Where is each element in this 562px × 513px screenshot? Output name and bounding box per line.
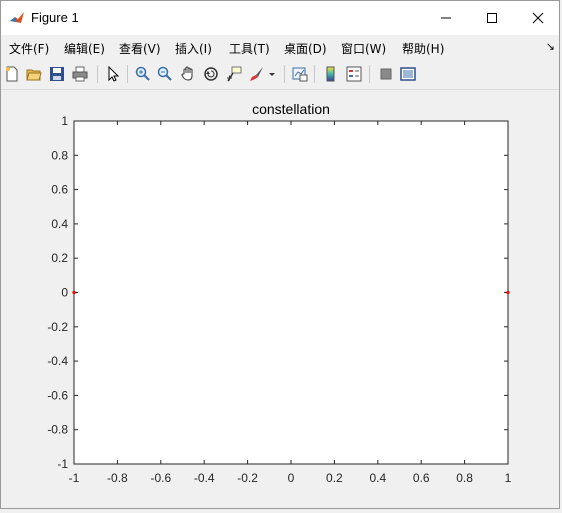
toolbar-separator: [127, 65, 128, 83]
open-file-button[interactable]: [25, 65, 43, 83]
toolbar-separator: [97, 65, 98, 83]
y-tick-label: 0.2: [51, 251, 68, 265]
colorbar-button[interactable]: [322, 65, 340, 83]
minimize-icon: [441, 17, 451, 19]
pan-icon: [181, 66, 193, 81]
legend-icon: [346, 66, 362, 82]
data-point: [506, 290, 510, 295]
figure-canvas[interactable]: constellation -1 -0.8 -0.6 -0.4 -0.2 0 0.2 0.4 0…: [1, 90, 559, 508]
data-point: [72, 290, 76, 295]
menu-file[interactable]: 文件(F): [9, 40, 49, 57]
close-icon: [532, 12, 544, 24]
new-figure-button[interactable]: [3, 65, 21, 83]
menu-window[interactable]: 窗口(W): [341, 40, 386, 57]
title-bar[interactable]: Figure 1: [1, 1, 559, 35]
rotate-3d-button[interactable]: [202, 65, 220, 83]
link-plot-icon: [292, 67, 308, 82]
minimize-button[interactable]: [423, 1, 469, 35]
menu-edit[interactable]: 编辑(E): [64, 40, 105, 57]
brush-icon: [250, 67, 263, 81]
show-plot-tools-button[interactable]: [399, 65, 417, 83]
axes-box[interactable]: [73, 120, 509, 465]
maximize-button[interactable]: [469, 1, 515, 35]
x-tick-label: -0.8: [107, 471, 128, 485]
figure-window: Figure 1 文件(F) 编辑(E) 查看(V) 插入(I) 工具(T) 桌…: [0, 0, 560, 509]
menu-insert[interactable]: 插入(I): [175, 40, 212, 57]
x-tick-label: 0.8: [456, 471, 473, 485]
x-tick-label: 0.2: [326, 471, 343, 485]
zoom-out-icon: [157, 66, 172, 81]
x-tick-label: -0.4: [194, 471, 215, 485]
menu-overflow-arrow-icon[interactable]: ↘: [546, 40, 555, 53]
brush-dropdown-button[interactable]: [267, 65, 277, 83]
x-tick-label: -1: [69, 471, 80, 485]
new-figure-icon: [6, 66, 18, 82]
y-tick-label: -1: [57, 457, 68, 471]
y-tick-label: -0.4: [47, 354, 68, 368]
y-tick-label: -0.2: [47, 320, 68, 334]
data-cursor-icon: [227, 66, 242, 82]
toolbar-separator: [369, 65, 370, 83]
brush-button[interactable]: [248, 65, 266, 83]
save-icon: [50, 67, 64, 81]
menu-bar: 文件(F) 编辑(E) 查看(V) 插入(I) 工具(T) 桌面(D) 窗口(W…: [1, 35, 559, 59]
hide-plot-tools-button[interactable]: [377, 65, 395, 83]
matlab-logo-icon: [10, 12, 24, 23]
pointer-icon: [108, 66, 120, 82]
menu-help[interactable]: 帮助(H): [402, 40, 444, 57]
x-tick-label: 0.4: [369, 471, 386, 485]
y-tick-label: -0.6: [47, 388, 68, 402]
hide-plot-tools-icon: [380, 68, 392, 80]
y-tick-label: 1: [61, 114, 68, 128]
y-tick-label: 0.4: [51, 217, 68, 231]
maximize-icon: [487, 13, 497, 23]
y-tick-label: 0.8: [51, 148, 68, 162]
x-tick-label: -0.2: [237, 471, 258, 485]
x-tick-label: 0.6: [413, 471, 430, 485]
x-tick-label: 1: [505, 471, 512, 485]
toolbar-separator: [314, 65, 315, 83]
menu-view[interactable]: 查看(V): [119, 40, 161, 57]
print-button[interactable]: [71, 65, 89, 83]
brush-dropdown-icon: [269, 73, 275, 76]
menu-desktop[interactable]: 桌面(D): [284, 40, 327, 57]
y-tick-label: 0: [61, 286, 68, 300]
y-tick-label: 0.6: [51, 183, 68, 197]
show-plot-tools-icon: [400, 67, 416, 81]
pan-button[interactable]: [179, 65, 197, 83]
zoom-in-icon: [135, 66, 150, 81]
chart-title: constellation: [252, 101, 330, 117]
y-tick-label: -0.8: [47, 423, 68, 437]
zoom-out-button[interactable]: [156, 65, 174, 83]
link-plot-button[interactable]: [291, 65, 309, 83]
x-tick-label: -0.6: [150, 471, 171, 485]
pointer-button[interactable]: [104, 65, 122, 83]
rotate-3d-icon: [204, 67, 218, 81]
close-button[interactable]: [515, 1, 561, 35]
colorbar-icon: [326, 66, 335, 82]
save-button[interactable]: [48, 65, 66, 83]
data-cursor-button[interactable]: [225, 65, 243, 83]
zoom-in-button[interactable]: [134, 65, 152, 83]
legend-button[interactable]: [345, 65, 363, 83]
constellation-plot[interactable]: constellation -1 -0.8 -0.6 -0.4 -0.2 0 0.2 0.4 0…: [1, 90, 561, 508]
menu-tools[interactable]: 工具(T): [229, 40, 270, 57]
x-tick-label: 0: [288, 471, 295, 485]
window-title: Figure 1: [31, 10, 79, 25]
print-icon: [72, 66, 88, 82]
open-file-icon: [26, 69, 42, 81]
toolbar-separator: [284, 65, 285, 83]
figure-toolbar: [1, 59, 559, 90]
